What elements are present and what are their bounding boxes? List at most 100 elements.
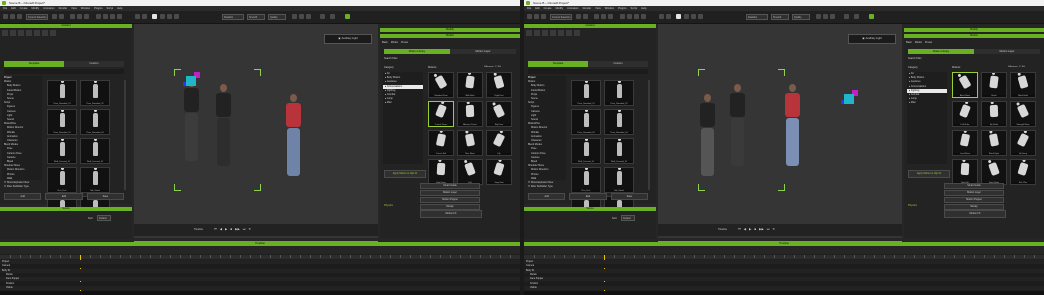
export-icon[interactable] (854, 14, 859, 19)
play-icon[interactable]: ▶ (225, 227, 227, 231)
modify-action-button[interactable]: Smart Guide (944, 183, 1004, 189)
fps-combo[interactable]: Smooth (247, 14, 265, 20)
preview-icon[interactable] (823, 14, 828, 19)
character-tool-icon[interactable] (117, 14, 122, 19)
tab-template[interactable]: Template (4, 61, 64, 67)
camera-tool-icon[interactable] (620, 14, 625, 19)
content-save-button[interactable]: Save (610, 193, 648, 200)
sort-combo[interactable]: Default (97, 215, 111, 221)
quality-combo[interactable]: Quality (792, 14, 810, 20)
smart-icon[interactable] (320, 14, 325, 19)
new-icon[interactable] (3, 14, 8, 19)
character-tool-icon[interactable] (641, 14, 646, 19)
grid-view-icon[interactable] (10, 30, 16, 36)
go-start-icon[interactable]: ⏮ (738, 227, 741, 231)
import-icon[interactable] (26, 30, 32, 36)
align-icon[interactable] (684, 14, 689, 19)
content-scrollbar[interactable] (648, 80, 650, 190)
import-icon[interactable] (550, 30, 556, 36)
render-combo[interactable]: Realistic (746, 14, 768, 20)
open-icon[interactable] (10, 14, 15, 19)
delete-icon[interactable] (566, 30, 572, 36)
rotate-icon[interactable] (601, 14, 606, 19)
pose-thumbnail[interactable]: Idle_Stand (80, 167, 110, 193)
timeline-track[interactable]: Visible (0, 285, 520, 290)
content-scrollbar[interactable] (124, 80, 126, 190)
light-tool-icon[interactable] (627, 14, 632, 19)
pin-icon[interactable] (152, 14, 157, 19)
new-icon[interactable] (527, 14, 532, 19)
select-icon[interactable] (174, 14, 179, 19)
undo-icon[interactable] (576, 14, 581, 19)
motion-thumbnail[interactable]: Fight Fast (486, 72, 512, 98)
export-icon[interactable] (330, 14, 335, 19)
modify-tab-preset[interactable]: Preset (401, 40, 408, 46)
motion-thumbnail[interactable]: Land Move (952, 130, 978, 156)
pose-thumbnail[interactable]: Pose_Standard_04 (80, 109, 110, 135)
save-icon[interactable] (541, 14, 546, 19)
pose-thumbnail[interactable]: Run_Fast (571, 167, 601, 193)
light-tool-icon[interactable] (103, 14, 108, 19)
quality-combo[interactable]: Quality (268, 14, 286, 20)
option-checkbox[interactable]: ☐ Filter Subfolder Type (528, 185, 608, 189)
move-icon[interactable] (594, 14, 599, 19)
modify-action-button[interactable]: Smart Guide (420, 183, 480, 189)
motion-thumbnail[interactable]: Big Pose (486, 101, 512, 127)
loop-icon[interactable]: ↻ (248, 227, 251, 231)
modify-tab-preset[interactable]: Preset (925, 40, 932, 46)
grid-icon[interactable] (659, 14, 664, 19)
modify-tab-basic[interactable]: Basic (382, 40, 388, 46)
tab-custom[interactable]: Custom (588, 61, 648, 67)
3d-viewport[interactable]: ▣Auxiliary Light Timeline ⏮ ◀ ▶ ■ ▶▶ ⏭ ↻ (134, 24, 378, 238)
next-frame-icon[interactable]: ▶▶ (235, 227, 240, 231)
motion-thumbnail[interactable]: Fly (486, 130, 512, 156)
pose-thumbnail[interactable]: Run_Fast (47, 167, 77, 193)
camera-selector[interactable]: ▣Auxiliary Light (848, 34, 896, 44)
modify-tab-motion[interactable]: Motion (915, 40, 922, 46)
play-icon[interactable]: ▶ (749, 227, 751, 231)
render-icon[interactable] (292, 14, 297, 19)
motion-thumbnail[interactable]: Hit Jump (1010, 130, 1036, 156)
motion-thumbnail[interactable]: Abstract Poses (457, 101, 483, 127)
motion-thumbnail[interactable]: Walk Back (457, 72, 483, 98)
folder-icon[interactable] (2, 30, 8, 36)
motion-thumbnail[interactable]: Crouch Poses (428, 101, 454, 127)
pivot-icon[interactable] (691, 14, 696, 19)
camera-selector[interactable]: ▣Auxiliary Light (324, 34, 372, 44)
prop-tool-icon[interactable] (634, 14, 639, 19)
move-icon[interactable] (70, 14, 75, 19)
snap-icon[interactable] (142, 14, 147, 19)
prop-tool-icon[interactable] (110, 14, 115, 19)
content-add-button[interactable]: Add (4, 193, 42, 200)
selection-combo[interactable]: Current Selection (26, 14, 48, 20)
modify-action-button[interactable]: Motion Puppet (420, 197, 480, 203)
export-icon[interactable] (558, 30, 564, 36)
save-icon[interactable] (17, 14, 22, 19)
modify-action-button[interactable]: Motion Puppet (944, 197, 1004, 203)
refresh-icon[interactable] (50, 30, 56, 36)
grid-view-icon[interactable] (534, 30, 540, 36)
pose-thumbnail[interactable]: Walk_Forward_02 (604, 138, 634, 164)
pose-thumbnail[interactable]: Pose_Standard_02 (604, 80, 634, 106)
motion-thumbnail[interactable]: Block Move (952, 72, 978, 98)
sort-combo[interactable]: Default (621, 215, 635, 221)
align-icon[interactable] (160, 14, 165, 19)
character-figure[interactable] (698, 94, 716, 184)
sub-tab[interactable]: Motion Library (908, 49, 974, 54)
motion-thumbnail[interactable]: Crouch Fall (428, 130, 454, 156)
character-figure[interactable] (214, 84, 232, 174)
list-view-icon[interactable] (18, 30, 24, 36)
apply-motion-button[interactable]: Apply Motion to Clip 01 (908, 170, 950, 178)
character-figure[interactable] (284, 94, 302, 184)
select-icon[interactable] (698, 14, 703, 19)
motion-fx-button[interactable]: Motion FX (944, 210, 1006, 218)
grid-icon[interactable] (135, 14, 140, 19)
pose-thumbnail[interactable]: Walk_Forward_01 (47, 138, 77, 164)
selection-combo[interactable]: Current Selection (550, 14, 572, 20)
timeline-track[interactable]: Visible (524, 285, 1044, 290)
motion-fx-button[interactable]: Motion FX (420, 210, 482, 218)
pose-thumbnail[interactable]: Pose_Standard_03 (571, 109, 601, 135)
delete-icon[interactable] (42, 30, 48, 36)
go-end-icon[interactable]: ⏭ (767, 227, 770, 231)
open-icon[interactable] (534, 14, 539, 19)
